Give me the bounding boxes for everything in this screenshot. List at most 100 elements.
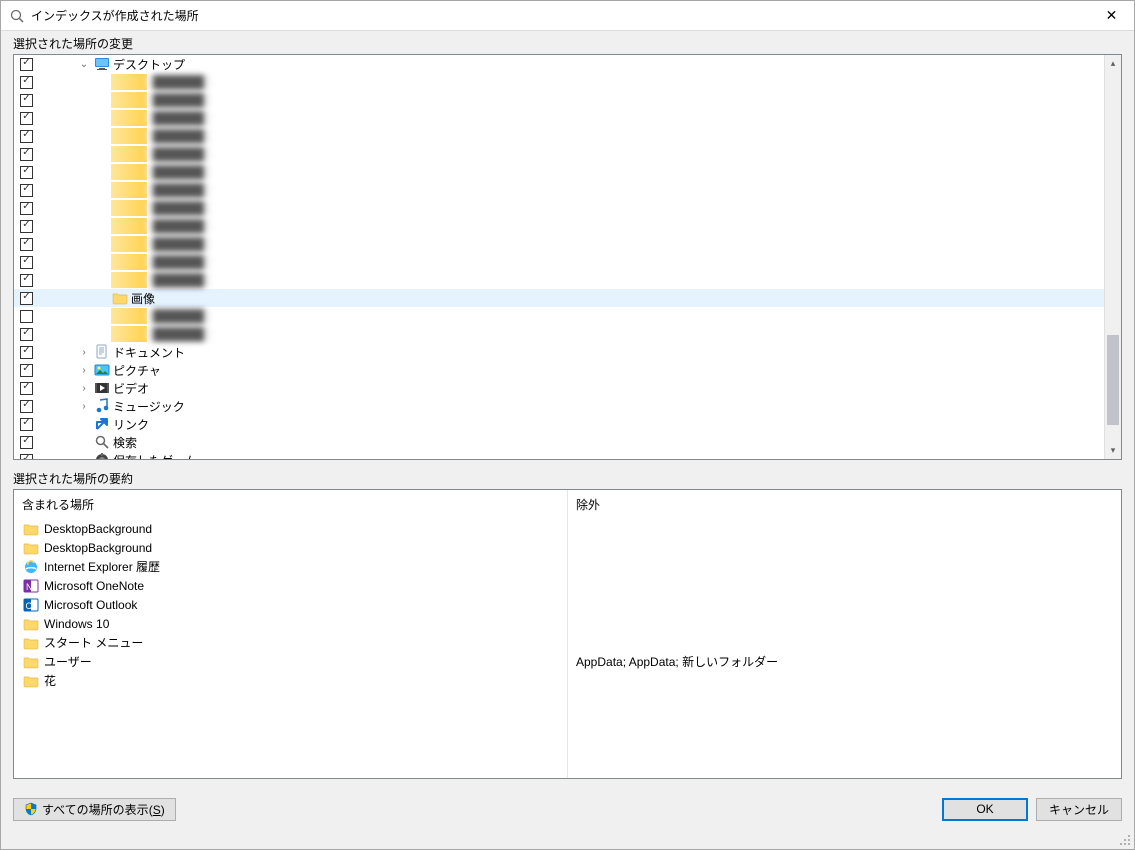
include-row[interactable]: Windows 10 — [22, 614, 559, 633]
folder-icon — [111, 308, 147, 324]
tree-row[interactable]: ██████ — [14, 127, 1104, 145]
ok-button[interactable]: OK — [942, 798, 1028, 821]
tree-checkbox[interactable] — [20, 202, 33, 215]
include-row[interactable]: OMicrosoft Outlook — [22, 595, 559, 614]
tree-item-label: デスクトップ — [113, 56, 185, 73]
folder-icon — [111, 92, 147, 108]
include-row[interactable]: DesktopBackground — [22, 519, 559, 538]
include-row[interactable]: 花 — [22, 671, 559, 690]
app-icon — [9, 8, 25, 24]
tree-row[interactable]: リンク — [14, 415, 1104, 433]
folder-icon — [111, 110, 147, 126]
tree-row[interactable]: ██████ — [14, 163, 1104, 181]
folder-icon — [111, 128, 147, 144]
folder-icon — [22, 540, 40, 556]
chevron-right-icon[interactable]: › — [77, 383, 91, 394]
tree-checkbox[interactable] — [20, 346, 33, 359]
include-row[interactable]: スタート メニュー — [22, 633, 559, 652]
tree-checkbox[interactable] — [20, 310, 33, 323]
tree-checkbox[interactable] — [20, 382, 33, 395]
tree-checkbox[interactable] — [20, 220, 33, 233]
tree-row[interactable]: ›ピクチャ — [14, 361, 1104, 379]
scroll-up-icon[interactable]: ▴ — [1105, 55, 1121, 72]
show-all-locations-button[interactable]: すべての場所の表示(S) — [13, 798, 176, 821]
tree-row[interactable]: ██████ — [14, 109, 1104, 127]
exclude-row: AppData; AppData; 新しいフォルダー — [576, 652, 1113, 671]
tree-checkbox[interactable] — [20, 274, 33, 287]
folder-icon — [111, 182, 147, 198]
tree-item-label: ドキュメント — [113, 344, 185, 361]
tree-checkbox[interactable] — [20, 400, 33, 413]
include-row[interactable]: DesktopBackground — [22, 538, 559, 557]
tree-checkbox[interactable] — [20, 292, 33, 305]
tree-row[interactable]: 保存したゲーム — [14, 451, 1104, 459]
exclude-row — [576, 633, 1113, 652]
tree-checkbox[interactable] — [20, 436, 33, 449]
scroll-down-icon[interactable]: ▾ — [1105, 442, 1121, 459]
search-icon — [93, 434, 111, 450]
exclude-row — [576, 519, 1113, 538]
scroll-thumb[interactable] — [1107, 335, 1119, 425]
tree-row[interactable]: › ドキュメント — [14, 343, 1104, 361]
tree-row[interactable]: ██████ — [14, 199, 1104, 217]
tree-item-label: ビデオ — [113, 380, 149, 397]
exclude-row — [576, 595, 1113, 614]
redacted-label: ██████ — [147, 183, 210, 197]
include-row[interactable]: NMicrosoft OneNote — [22, 576, 559, 595]
chevron-right-icon[interactable]: › — [77, 347, 91, 358]
redacted-label: ██████ — [147, 237, 210, 251]
tree-checkbox[interactable] — [20, 166, 33, 179]
include-label: DesktopBackground — [44, 541, 152, 555]
tree-row[interactable]: ██████ — [14, 145, 1104, 163]
tree-row[interactable]: 画像 — [14, 289, 1104, 307]
tree-row[interactable]: ██████ — [14, 307, 1104, 325]
include-row[interactable]: Internet Explorer 履歴 — [22, 557, 559, 576]
tree-row[interactable]: ›ミュージック — [14, 397, 1104, 415]
tree-checkbox[interactable] — [20, 76, 33, 89]
change-locations-label: 選択された場所の変更 — [13, 35, 1122, 54]
change-locations-group: 選択された場所の変更 ⌄デスクトップ██████████████████████… — [13, 35, 1122, 460]
include-column: 含まれる場所 DesktopBackgroundDesktopBackgroun… — [14, 490, 567, 778]
tree-checkbox[interactable] — [20, 418, 33, 431]
tree-row[interactable]: ██████ — [14, 217, 1104, 235]
cancel-button[interactable]: キャンセル — [1036, 798, 1122, 821]
tree-row[interactable]: › ビデオ — [14, 379, 1104, 397]
tree-item-label: リンク — [113, 416, 149, 433]
tree-checkbox[interactable] — [20, 238, 33, 251]
folder-icon — [111, 218, 147, 234]
tree-checkbox[interactable] — [20, 112, 33, 125]
tree-row[interactable]: ██████ — [14, 253, 1104, 271]
folder-icon — [111, 200, 147, 216]
tree-row[interactable]: ██████ — [14, 235, 1104, 253]
tree-checkbox[interactable] — [20, 58, 33, 71]
tree-checkbox[interactable] — [20, 328, 33, 341]
tree-checkbox[interactable] — [20, 454, 33, 460]
tree-checkbox[interactable] — [20, 256, 33, 269]
onenote-icon: N — [22, 578, 40, 594]
redacted-label: ██████ — [147, 273, 210, 287]
locations-tree: ⌄デスクトップ█████████████████████████████████… — [13, 54, 1122, 460]
tree-row[interactable]: ██████ — [14, 325, 1104, 343]
tree-checkbox[interactable] — [20, 148, 33, 161]
chevron-right-icon[interactable]: › — [77, 365, 91, 376]
chevron-down-icon[interactable]: ⌄ — [77, 59, 91, 70]
tree-row[interactable]: ██████ — [14, 181, 1104, 199]
include-row[interactable]: ユーザー — [22, 652, 559, 671]
close-button[interactable]: ✕ — [1089, 1, 1134, 30]
redacted-label: ██████ — [147, 327, 210, 341]
tree-checkbox[interactable] — [20, 364, 33, 377]
tree-checkbox[interactable] — [20, 94, 33, 107]
folder-icon — [22, 521, 40, 537]
tree-scrollbar[interactable]: ▴ ▾ — [1104, 55, 1121, 459]
tree-checkbox[interactable] — [20, 130, 33, 143]
chevron-right-icon[interactable]: › — [77, 401, 91, 412]
folder-icon — [111, 164, 147, 180]
include-label: Microsoft Outlook — [44, 598, 137, 612]
tree-checkbox[interactable] — [20, 184, 33, 197]
tree-row[interactable]: ⌄ デスクトップ — [14, 55, 1104, 73]
tree-row[interactable]: ██████ — [14, 271, 1104, 289]
content-area: 選択された場所の変更 ⌄デスクトップ██████████████████████… — [1, 31, 1134, 849]
tree-row[interactable]: ██████ — [14, 73, 1104, 91]
tree-row[interactable]: 検索 — [14, 433, 1104, 451]
tree-row[interactable]: ██████ — [14, 91, 1104, 109]
